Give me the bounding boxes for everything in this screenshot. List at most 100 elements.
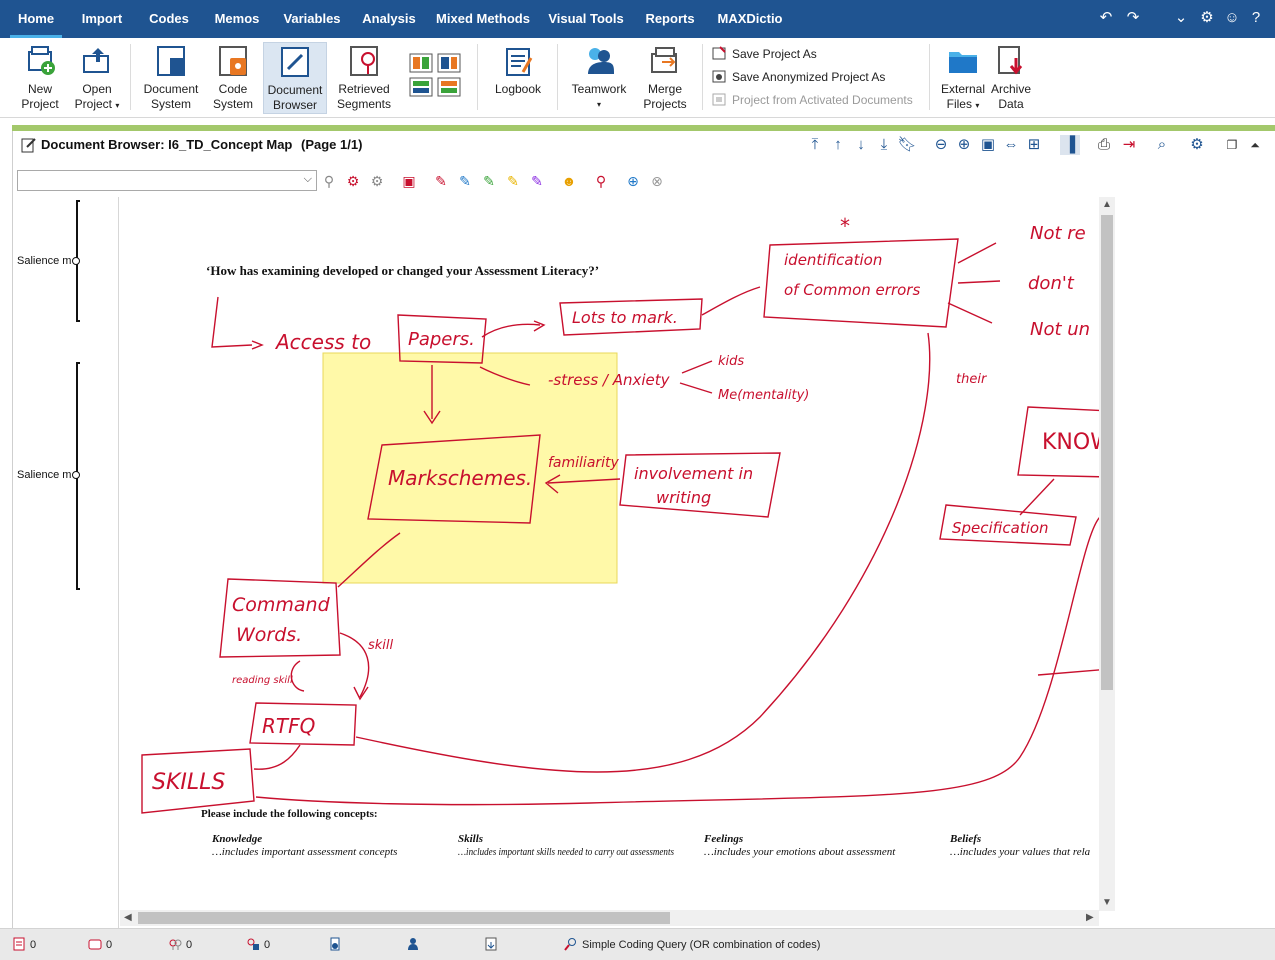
code-bracket-handle[interactable] (72, 257, 80, 265)
arrow-up-icon[interactable]: ↑ (828, 135, 848, 155)
highlight-yellow-icon[interactable]: ✎ (503, 171, 523, 191)
print-icon[interactable]: ⎙ (1094, 135, 1114, 155)
status-bar: 0 0 0 0 Simple Coding Query (OR combinat… (0, 928, 1275, 960)
panel-toggle-icon[interactable]: ▐ (1060, 135, 1080, 155)
tab-visual-tools[interactable]: Visual Tools (546, 0, 626, 38)
code-system-button[interactable]: Code System (208, 42, 258, 114)
project-from-activated-button[interactable]: Project from Activated Documents (712, 91, 913, 109)
ribbon: New Project Open Project ▾ Document Syst… (0, 38, 1275, 118)
scroll-left-icon[interactable]: ◀ (124, 912, 132, 923)
undock-icon[interactable]: ❐ (1222, 135, 1242, 155)
vertical-scrollbar[interactable]: ▲ ▼ (1099, 197, 1115, 911)
status-memos[interactable]: 0 (88, 937, 112, 953)
svg-text:…includes your values that rel: …includes your values that rela (950, 846, 1091, 858)
archive-data-button[interactable]: Archive Data (989, 42, 1033, 114)
folder-icon (946, 44, 980, 78)
document-browser-icon (278, 45, 312, 79)
tab-variables[interactable]: Variables (278, 0, 346, 38)
clear-code-icon[interactable]: ⊗ (647, 171, 667, 191)
status-coded-segments[interactable]: 0 (246, 937, 270, 953)
fit-width-icon[interactable]: ⇔ (1001, 135, 1021, 155)
vertical-scroll-thumb[interactable] (1101, 215, 1113, 690)
document-browser-title: Document Browser: I6_TD_Concept Map (41, 137, 293, 152)
open-project-label-2: Project (74, 97, 112, 111)
document-page[interactable]: ‘How has examining developed or changed … (120, 197, 1099, 909)
zoom-out-icon[interactable]: ⊖ (931, 135, 951, 155)
save-anonymized-icon (712, 69, 726, 83)
status-user-icon[interactable] (406, 937, 424, 953)
fit-all-icon[interactable]: ⊞ (1024, 135, 1044, 155)
go-to-top-icon[interactable]: ⤒ (805, 135, 825, 155)
fit-page-icon[interactable]: ▣ (978, 135, 998, 155)
bookmark-icon[interactable]: 🔖︎ (897, 135, 917, 155)
margin-code-label[interactable]: Salience m (17, 469, 71, 481)
code-symbol-icon[interactable]: ⚲ (591, 171, 611, 191)
save-anonymized-button[interactable]: Save Anonymized Project As (712, 68, 885, 86)
chevron-down-icon[interactable]: ⌄ (1172, 9, 1190, 27)
status-documents[interactable]: 0 (12, 937, 36, 953)
add-code-icon[interactable]: ⊕ (623, 171, 643, 191)
document-system-button[interactable]: Document System (138, 42, 204, 114)
tab-codes[interactable]: Codes (143, 0, 195, 38)
layout-3-icon (409, 77, 433, 97)
arrow-down-icon[interactable]: ↓ (851, 135, 871, 155)
document-browser-button[interactable]: Document Browser (263, 42, 327, 114)
code-remove-icon[interactable]: ⚙ (367, 171, 387, 191)
select-area-icon[interactable]: ▣ (399, 171, 419, 191)
scroll-down-icon[interactable]: ▼ (1102, 897, 1112, 908)
svg-text:Knowledge: Knowledge (211, 833, 262, 845)
emoticode-icon[interactable]: ☻ (559, 171, 579, 191)
code-bracket-handle[interactable] (72, 471, 80, 479)
status-codes[interactable]: 0 (168, 937, 192, 953)
svg-text:Access to: Access to (274, 330, 371, 354)
tab-import[interactable]: Import (74, 0, 130, 38)
undo-icon[interactable]: ↶ (1097, 9, 1115, 27)
export-icon[interactable]: ⇥ (1119, 135, 1139, 155)
tab-home[interactable]: Home (10, 0, 62, 38)
highlight-green-icon[interactable]: ✎ (479, 171, 499, 191)
tab-maxdictio[interactable]: MAXDictio (714, 0, 786, 38)
code-system-label-1: Code (218, 82, 248, 96)
gear-icon[interactable]: ⚙ (1198, 9, 1216, 27)
tab-reports[interactable]: Reports (638, 0, 702, 38)
scroll-right-icon[interactable]: ▶ (1086, 912, 1094, 923)
code-selector-dropdown[interactable]: ⌵ (17, 170, 317, 191)
open-project-button[interactable]: Open Project ▾ (70, 42, 124, 114)
svg-text:identification: identification (784, 251, 882, 269)
new-project-button[interactable]: New Project (14, 42, 66, 114)
scroll-up-icon[interactable]: ▲ (1102, 199, 1112, 210)
concept-skills: Skills …includes important skills needed… (458, 833, 674, 858)
horizontal-scrollbar[interactable]: ◀ ▶ (120, 910, 1099, 926)
tab-analysis[interactable]: Analysis (357, 0, 421, 38)
code-system-icon (216, 44, 250, 78)
redo-icon[interactable]: ↷ (1124, 9, 1142, 27)
external-files-button[interactable]: External Files ▾ (937, 42, 989, 114)
logbook-button[interactable]: Logbook (488, 42, 548, 114)
help-icon[interactable]: ? (1247, 9, 1265, 27)
status-export-icon[interactable] (484, 937, 502, 953)
status-activated-documents-icon[interactable] (328, 937, 346, 953)
margin-code-label[interactable]: Salience m (17, 255, 71, 267)
tab-mixed-methods[interactable]: Mixed Methods (432, 0, 534, 38)
search-icon[interactable]: ⌕ (1152, 135, 1172, 155)
settings-gear-icon[interactable]: ⚙ (1187, 135, 1207, 155)
tab-memos[interactable]: Memos (208, 0, 266, 38)
zoom-in-icon[interactable]: ⊕ (954, 135, 974, 155)
svg-text:Skills: Skills (458, 833, 483, 845)
code-with-new-code-icon[interactable]: ⚙ (343, 171, 363, 191)
coding-query-icon (564, 937, 578, 951)
save-project-as-button[interactable]: Save Project As (712, 45, 817, 63)
code-pin-icon[interactable]: ⚲ (319, 171, 339, 191)
highlight-blue-icon[interactable]: ✎ (455, 171, 475, 191)
teamwork-label: Teamwork (571, 82, 627, 96)
highlight-red-icon[interactable]: ✎ (431, 171, 451, 191)
status-query[interactable]: Simple Coding Query (OR combination of c… (564, 937, 820, 953)
merge-projects-button[interactable]: Merge Projects (638, 42, 692, 114)
highlight-purple-icon[interactable]: ✎ (527, 171, 547, 191)
teamwork-button[interactable]: Teamwork ▾ (566, 42, 632, 114)
retrieved-segments-button[interactable]: Retrieved Segments (334, 42, 394, 114)
collapse-icon[interactable]: ⏶ (1245, 135, 1265, 155)
smiley-icon[interactable]: ☺ (1223, 9, 1241, 27)
horizontal-scroll-thumb[interactable] (138, 912, 670, 924)
go-to-bottom-icon[interactable]: ⤓ (874, 135, 894, 155)
